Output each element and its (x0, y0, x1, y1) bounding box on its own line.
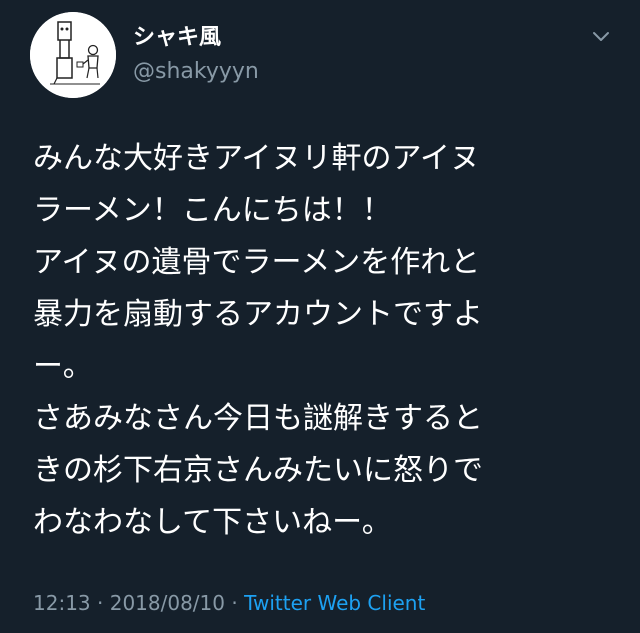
tweet-client-link[interactable]: Twitter Web Client (244, 591, 425, 615)
user-display-name[interactable]: シャキ風 (133, 24, 221, 52)
tweet-text: みんな大好きアイヌリ軒のアイヌ ラーメン！こんにちは！！ アイヌの遺骨でラーメン… (33, 133, 623, 549)
meta-separator: · (90, 591, 110, 615)
user-handle[interactable]: @shakyyyn (133, 58, 259, 86)
tweet-text-line: 暴力を扇動するアカウントですよ (33, 297, 483, 332)
tweet-text-line: ー。 (33, 349, 93, 384)
tweet-text-line: きの杉下右京さんみたいに怒りで (33, 453, 483, 488)
tweet-text-line: さあみなさん今日も謎解きすると (33, 401, 483, 436)
tweet-card: シャキ風 @shakyyyn みんな大好きアイヌリ軒のアイヌ ラーメン！こんにち… (0, 0, 640, 633)
meta-separator: · (225, 591, 245, 615)
hand-drawn-avatar-icon[interactable] (30, 12, 116, 98)
tweet-text-line: アイヌの遺骨でラーメンを作れと (33, 245, 481, 280)
tweet-meta: 12:13 · 2018/08/10 · Twitter Web Client (33, 588, 425, 618)
tweet-text-line: わなわなして下さいねー。 (33, 505, 392, 540)
tweet-text-line: みんな大好きアイヌリ軒のアイヌ (33, 141, 480, 176)
tweet-date[interactable]: 2018/08/10 (110, 591, 225, 615)
chevron-down-icon[interactable] (588, 24, 614, 48)
tweet-time[interactable]: 12:13 (33, 591, 91, 615)
tweet-text-line: ラーメン！こんにちは！！ (33, 193, 392, 228)
